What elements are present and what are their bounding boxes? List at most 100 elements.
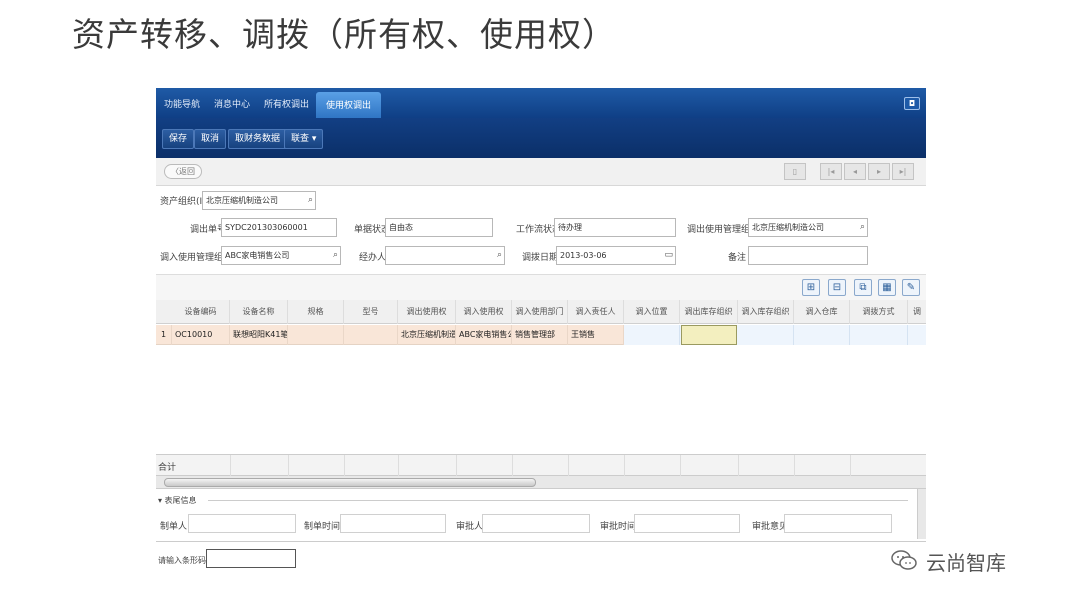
cell-in-person[interactable]: 王销售	[568, 325, 624, 345]
copy-row-icon[interactable]: ⧉	[854, 279, 872, 296]
search-icon[interactable]: ⌕	[308, 192, 313, 209]
footer-info: ▾ 表尾信息 制单人 制单时间 审批人 审批时间 审批意见 请输入条形码	[156, 489, 926, 572]
scroll-thumb[interactable]	[164, 478, 536, 487]
search-icon[interactable]: ⌕	[860, 219, 865, 236]
col-header[interactable]: 设备名称	[230, 300, 288, 324]
approver-field	[482, 514, 590, 533]
col-header[interactable]: 调入使用权	[456, 300, 512, 324]
doc-status-value: 自由态	[389, 223, 413, 232]
row-index: 1	[156, 325, 172, 345]
handler-label: 经办人	[359, 253, 387, 263]
workflow-value: 待办理	[558, 223, 582, 232]
approve-time-label: 审批时间	[600, 522, 637, 532]
add-row-icon[interactable]: ⊞	[802, 279, 820, 296]
cell-in-stock-org[interactable]	[738, 325, 794, 345]
footer-section-toggle[interactable]: ▾ 表尾信息	[158, 495, 197, 506]
asset-org-label: 资产组织(I)	[160, 197, 206, 207]
watermark: 云尚智库	[886, 547, 1056, 575]
link-query-button[interactable]: 联查 ▾	[284, 129, 324, 149]
col-header[interactable]: 调拨方式	[850, 300, 908, 324]
tab-bar: 功能导航 消息中心 所有权调出 使用权调出 ◘	[156, 88, 926, 118]
grid-view-icon[interactable]: ▦	[878, 279, 896, 296]
cell-name[interactable]: 联想昭阳K41笔...	[230, 325, 288, 345]
in-org-field[interactable]: ABC家电销售公司 ⌕	[221, 246, 341, 265]
col-header[interactable]: 调出库存组织	[680, 300, 738, 324]
prev-page-icon[interactable]: ◂	[844, 163, 866, 180]
approve-time-field	[634, 514, 740, 533]
create-time-label: 制单时间	[304, 522, 341, 532]
workflow-field: 待办理	[554, 218, 676, 237]
col-header[interactable]: 调	[908, 300, 926, 324]
col-header[interactable]: 调入责任人	[568, 300, 624, 324]
grid-body	[156, 346, 926, 454]
delete-row-icon[interactable]: ⊟	[828, 279, 846, 296]
edit-icon[interactable]: ✎	[902, 279, 920, 296]
cell-in-warehouse[interactable]	[794, 325, 850, 345]
in-org-value: ABC家电销售公司	[225, 251, 290, 260]
out-org-field[interactable]: 北京压缩机制造公司 ⌕	[748, 218, 868, 237]
back-button[interactable]: 〈返回	[164, 164, 202, 179]
creator-field	[188, 514, 296, 533]
handler-field[interactable]: ⌕	[385, 246, 505, 265]
save-button[interactable]: 保存	[162, 129, 195, 149]
first-page-icon[interactable]: |◂	[820, 163, 842, 180]
out-no-field[interactable]: SYDC201303060001	[221, 218, 337, 237]
col-header[interactable]: 规格	[288, 300, 344, 324]
barcode-label: 请输入条形码	[158, 556, 206, 565]
calendar-icon[interactable]: ▭	[664, 247, 673, 264]
wechat-icon	[891, 550, 917, 570]
asset-org-value: 北京压缩机制造公司	[206, 196, 278, 205]
cell-spec[interactable]	[288, 325, 344, 345]
col-header[interactable]: 调出使用权	[398, 300, 456, 324]
cell-out-stock-org[interactable]	[681, 325, 737, 345]
toolbar: 保存 取消 取财务数据 联查 ▾	[156, 118, 926, 158]
asset-transfer-window: 功能导航 消息中心 所有权调出 使用权调出 ◘ 保存 取消 取财务数据 联查 ▾…	[156, 88, 926, 572]
col-header[interactable]: 调入使用部门	[512, 300, 568, 324]
col-header[interactable]: 调入位置	[624, 300, 680, 324]
tab-usage-right-out[interactable]: 使用权调出	[316, 92, 382, 118]
col-header[interactable]: 调入库存组织	[738, 300, 794, 324]
date-field[interactable]: 2013-03-06 ▭	[556, 246, 676, 265]
search-icon[interactable]: ⌕	[333, 247, 338, 264]
cell-transfer-mode[interactable]	[850, 325, 908, 345]
nav-row: 〈返回 ▯ |◂ ◂ ▸ ▸|	[156, 158, 926, 186]
creator-label: 制单人	[160, 522, 188, 532]
last-page-icon[interactable]: ▸|	[892, 163, 914, 180]
table-row[interactable]: 1 OC10010 联想昭阳K41笔... 北京压缩机制造... ABC家电销售…	[156, 325, 926, 345]
out-org-value: 北京压缩机制造公司	[752, 223, 824, 232]
cell-in-location[interactable]	[624, 325, 680, 345]
col-header[interactable]: 设备编码	[172, 300, 230, 324]
sum-label: 合计	[158, 463, 177, 473]
col-header[interactable]: 调入仓库	[794, 300, 850, 324]
doc-status-field: 自由态	[385, 218, 493, 237]
approve-opinion-label: 审批意见	[752, 522, 789, 532]
cell-out-right[interactable]: 北京压缩机制造...	[398, 325, 456, 345]
cell-code[interactable]: OC10010	[172, 325, 230, 345]
remark-field[interactable]	[748, 246, 868, 265]
out-no-value: SYDC201303060001	[225, 223, 308, 232]
barcode-input[interactable]	[206, 549, 296, 568]
fetch-finance-data-button[interactable]: 取财务数据	[228, 129, 288, 149]
date-label: 调拨日期	[522, 253, 559, 263]
asset-org-field[interactable]: 北京压缩机制造公司 ⌕	[202, 191, 316, 210]
maximize-icon[interactable]: ◘	[904, 97, 920, 110]
remark-label: 备注	[728, 253, 747, 263]
print-icon[interactable]: ▯	[784, 163, 806, 180]
sum-row: 合计	[156, 454, 926, 477]
vertical-scrollbar[interactable]	[917, 489, 926, 539]
cell-in-right[interactable]: ABC家电销售公...	[456, 325, 512, 345]
date-value: 2013-03-06	[560, 251, 607, 260]
col-header[interactable]: 型号	[344, 300, 398, 324]
horizontal-scrollbar[interactable]	[156, 476, 926, 489]
cancel-button[interactable]: 取消	[194, 129, 227, 149]
tab-ownership-out[interactable]: 所有权调出	[264, 97, 309, 110]
cell-in-dept[interactable]: 销售管理部	[512, 325, 568, 345]
search-icon[interactable]: ⌕	[497, 247, 502, 264]
approve-opinion-field	[784, 514, 892, 533]
next-page-icon[interactable]: ▸	[868, 163, 890, 180]
approver-label: 审批人	[456, 522, 484, 532]
cell-model[interactable]	[344, 325, 398, 345]
tab-message-center[interactable]: 消息中心	[214, 97, 250, 110]
tab-function-nav[interactable]: 功能导航	[164, 97, 200, 110]
create-time-field	[340, 514, 446, 533]
